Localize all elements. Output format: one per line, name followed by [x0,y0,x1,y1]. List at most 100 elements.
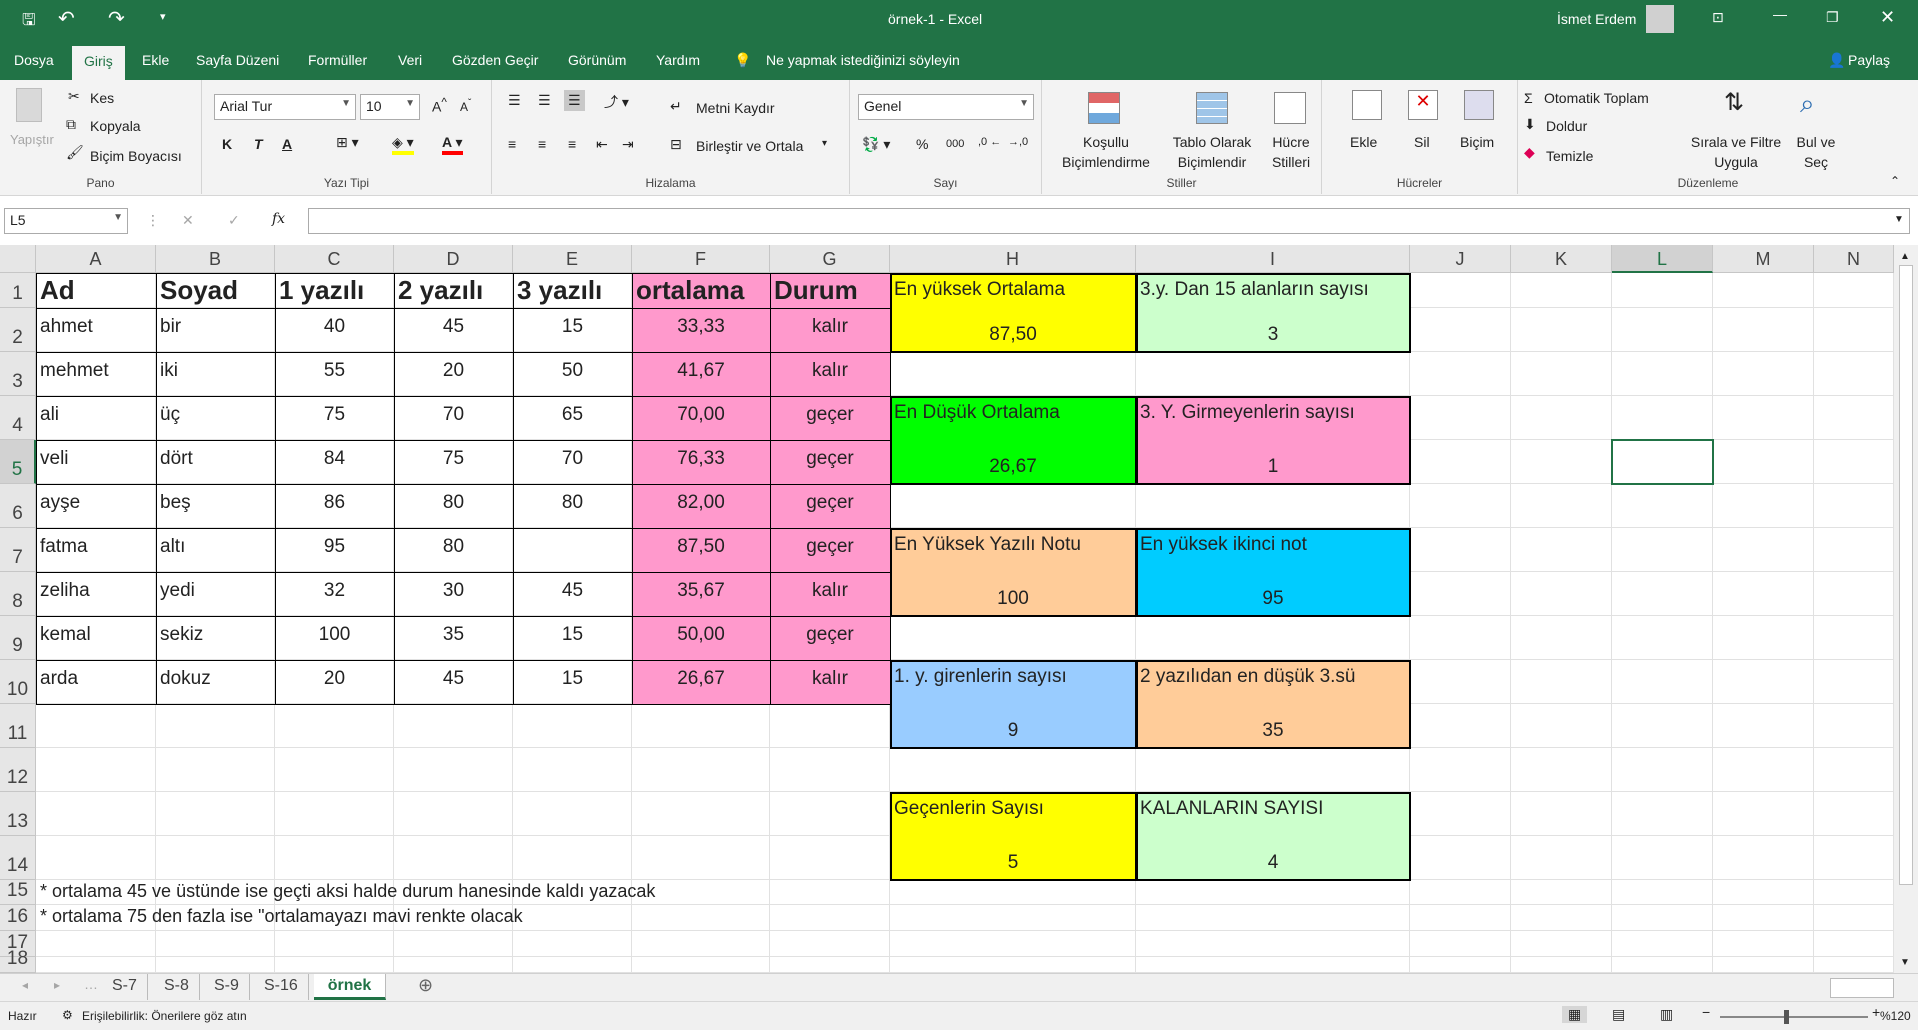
sort-filter-button[interactable]: Sırala ve Filtre Uygula [1686,132,1786,172]
table-cell[interactable]: 15 [513,316,632,338]
tab-formulas[interactable]: Formüller [308,52,367,68]
table-cell[interactable]: bir [156,316,185,338]
increase-decimal-icon[interactable]: ,0 ← [978,136,1001,148]
selected-cell-l5[interactable] [1611,439,1714,485]
cell-styles-button[interactable]: Hücre Stilleri [1256,132,1326,172]
borders-icon[interactable]: ⊞ ▾ [336,134,359,151]
insert-function-button[interactable]: fx [272,211,285,227]
table-cell[interactable]: 76,33 [632,448,770,470]
table-cell[interactable]: 35 [394,624,513,646]
align-bottom-icon[interactable]: ☰ [564,90,585,111]
table-cell[interactable]: kalır [770,668,890,690]
row-header-13[interactable]: 13 [0,792,36,836]
table-cell[interactable]: 45 [513,580,632,602]
row-header-9[interactable]: 9 [0,616,36,660]
column-header-k[interactable]: K [1511,245,1612,273]
table-cell[interactable]: 87,50 [632,536,770,558]
column-header-e[interactable]: E [513,245,632,273]
format-painter-button[interactable]: Biçim Boyacısı [90,148,182,164]
format-cells-button[interactable]: Biçim [1460,132,1494,152]
column-header-m[interactable]: M [1713,245,1814,273]
normal-view-icon[interactable]: ▦ [1562,1006,1588,1023]
table-cell[interactable]: kalır [770,580,890,602]
column-header-i[interactable]: I [1136,245,1410,273]
shrink-font-icon[interactable]: Aˇ [460,98,471,114]
table-cell[interactable]: 45 [394,668,513,690]
sheet-tab-s7[interactable]: S-7 [102,974,148,1000]
autosum-button[interactable]: Otomatik Toplam [1544,90,1649,106]
table-cell[interactable]: geçer [770,536,890,558]
row-header-11[interactable]: 11 [0,704,36,748]
horizontal-scrollbar[interactable] [1830,978,1894,998]
column-header-c[interactable]: C [275,245,394,273]
summary-label[interactable]: 2 yazılıdan en düşük 3.sü [1136,666,1359,688]
summary-value[interactable]: 1 [1136,456,1410,478]
delete-cells-button[interactable]: Sil [1414,132,1430,152]
table-cell[interactable]: 20 [275,668,394,690]
currency-icon[interactable]: 💱 ▾ [862,136,890,153]
table-cell[interactable]: 50,00 [632,624,770,646]
table-cell[interactable]: 86 [275,492,394,514]
table-cell[interactable]: altı [156,536,189,558]
cut-button[interactable]: Kes [90,90,114,106]
decrease-indent-icon[interactable]: ⇤ [596,136,608,153]
increase-indent-icon[interactable]: ⇥ [622,136,634,153]
summary-label[interactable]: En yüksek ikinci not [1136,534,1311,556]
table-cell[interactable]: 15 [513,668,632,690]
vertical-scrollbar[interactable]: ▲ ▼ [1894,245,1918,973]
table-cell[interactable]: 45 [394,316,513,338]
tab-view[interactable]: Görünüm [568,52,626,68]
summary-value[interactable]: 9 [890,720,1136,742]
align-left-icon[interactable]: ≡ [508,136,516,152]
paste-button[interactable]: Yapıştır [10,132,54,147]
table-cell[interactable]: arda [36,668,82,690]
table-cell[interactable]: ali [36,404,63,426]
restore-icon[interactable]: ❐ [1826,9,1839,26]
tell-me-search[interactable]: Ne yapmak istediğinizi söyleyin [766,52,960,68]
table-cell[interactable]: üç [156,404,184,426]
underline-button[interactable]: A [282,136,292,152]
table-cell[interactable]: 100 [275,624,394,646]
summary-label[interactable]: En Düşük Ortalama [890,402,1064,424]
font-name-select[interactable]: Arial Tur ▼ [214,94,356,120]
more-sheets-icon[interactable]: … [84,976,98,992]
table-cell[interactable]: 84 [275,448,394,470]
row-header-15[interactable]: 15 [0,880,36,905]
table-cell[interactable]: geçer [770,492,890,514]
column-header-n[interactable]: N [1814,245,1894,273]
table-cell[interactable]: mehmet [36,360,113,382]
table-cell[interactable]: iki [156,360,182,382]
align-top-icon[interactable]: ☰ [508,92,521,109]
expand-formula-icon[interactable]: ▼ [1894,214,1904,225]
summary-value[interactable]: 95 [1136,588,1410,610]
summary-label[interactable]: Geçenlerin Sayısı [890,798,1048,820]
table-cell[interactable]: 35,67 [632,580,770,602]
find-select-button[interactable]: Bul ve Seç [1788,132,1844,172]
summary-value[interactable]: 3 [1136,324,1410,346]
align-middle-icon[interactable]: ☰ [538,92,551,109]
row-header-18[interactable]: 18 [0,948,36,973]
table-cell[interactable]: fatma [36,536,92,558]
paste-icon[interactable] [16,88,42,122]
table-cell[interactable]: 30 [394,580,513,602]
table-cell[interactable]: ayşe [36,492,84,514]
table-cell[interactable]: 15 [513,624,632,646]
decrease-decimal-icon[interactable]: →,0 [1008,136,1028,148]
tab-page-layout[interactable]: Sayfa Düzeni [196,52,279,68]
column-header-d[interactable]: D [394,245,513,273]
fill-color-icon[interactable]: ◈ ▾ [392,134,414,155]
row-header-2[interactable]: 2 [0,308,36,352]
align-center-icon[interactable]: ≡ [538,136,546,152]
table-cell[interactable]: 33,33 [632,316,770,338]
table-cell[interactable]: kemal [36,624,95,646]
table-cell[interactable]: 75 [275,404,394,426]
table-cell[interactable]: 70 [394,404,513,426]
summary-value[interactable]: 4 [1136,852,1410,874]
close-icon[interactable]: ✕ [1880,7,1895,28]
table-cell[interactable]: kalır [770,360,890,382]
undo-icon[interactable]: ↶ [58,6,75,31]
table-cell[interactable]: dokuz [156,668,215,690]
sheet-tab-s8[interactable]: S-8 [154,974,200,1000]
table-cell[interactable]: kalır [770,316,890,338]
tab-data[interactable]: Veri [398,52,422,68]
